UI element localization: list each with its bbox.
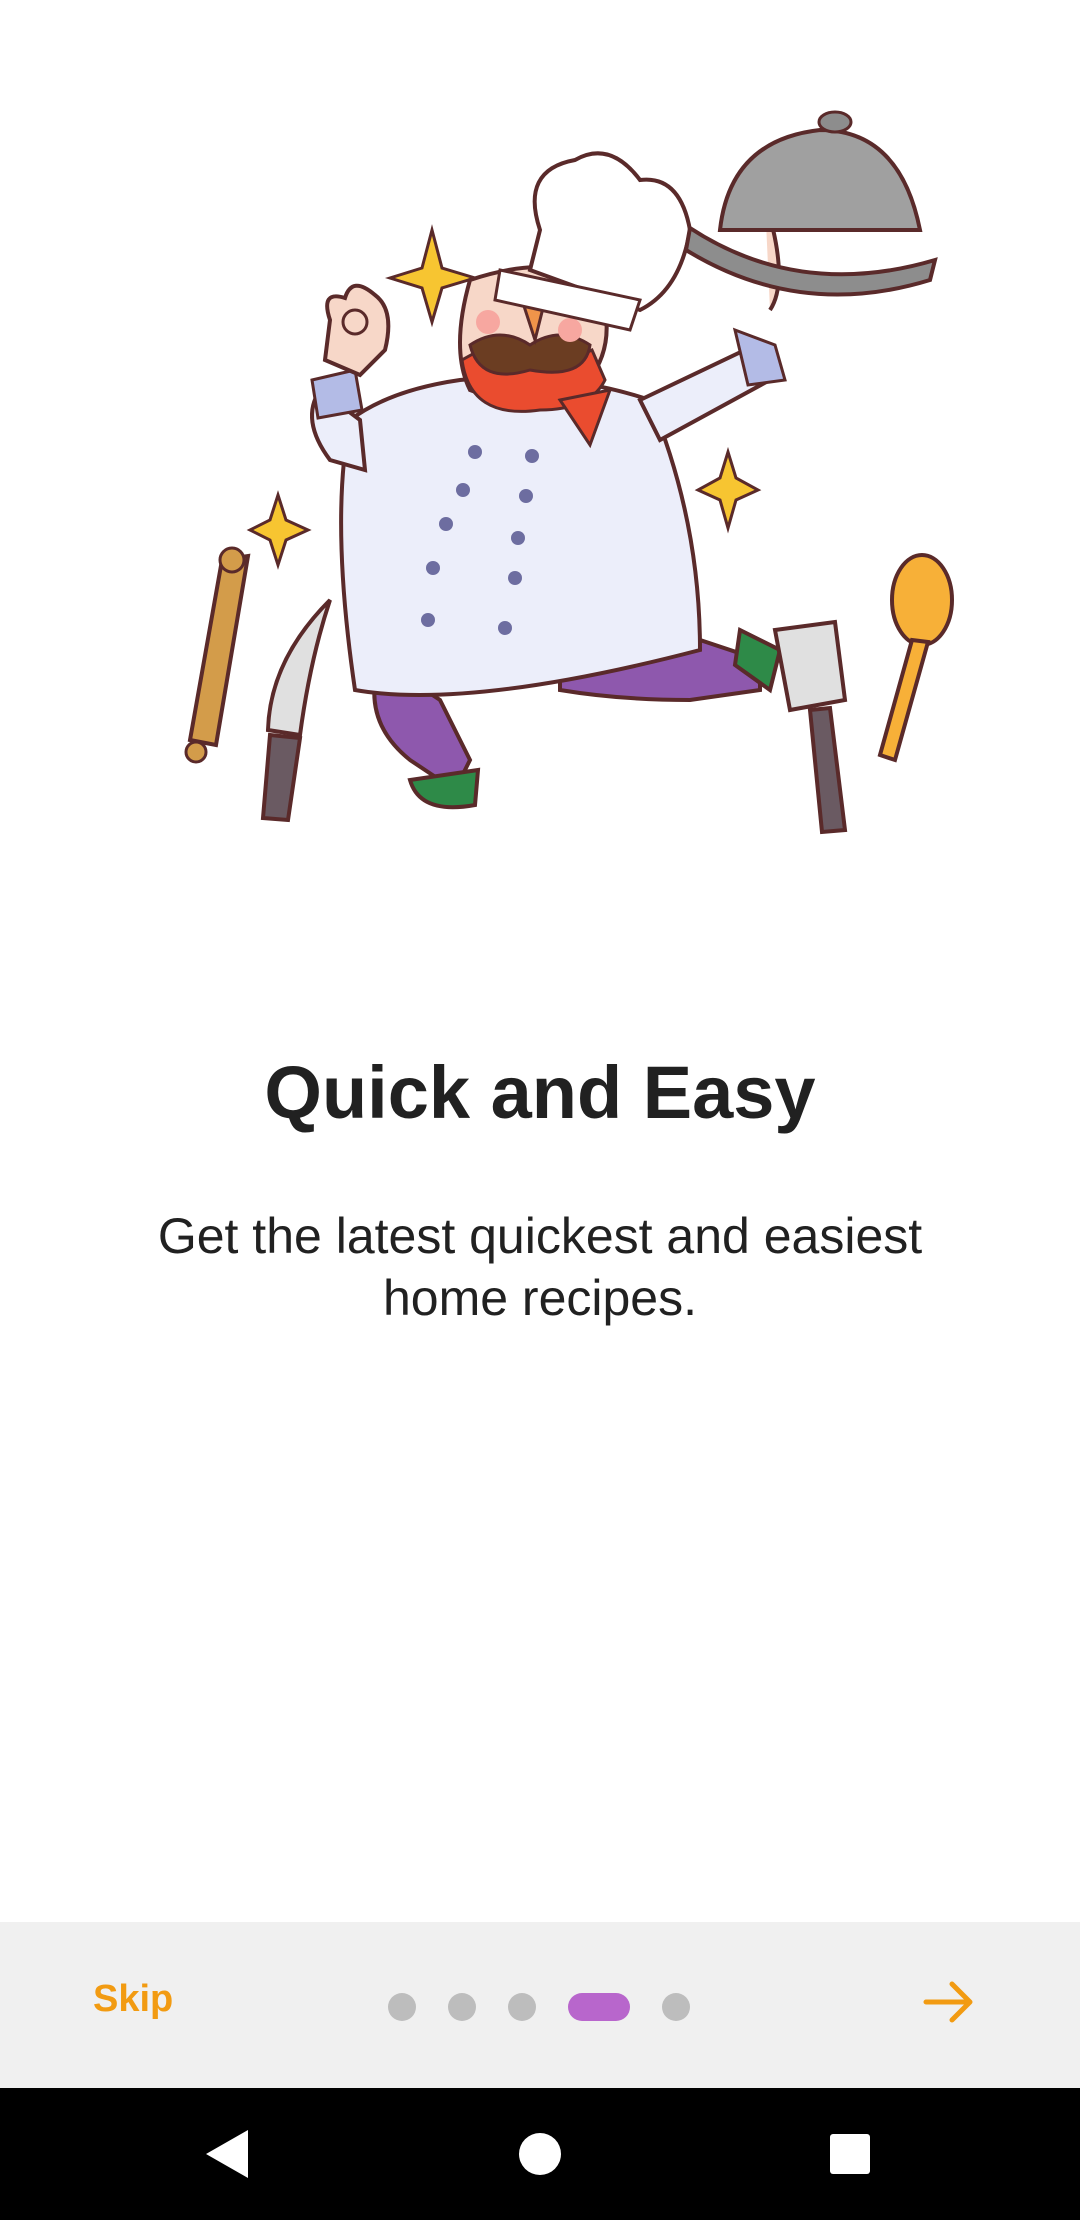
onboarding-bottom-bar: Skip [0,1922,1080,2088]
page-indicator [388,1992,690,2022]
rolling-pin-icon [184,546,251,764]
arrow-right-icon[interactable] [920,1972,980,2032]
page-dot-4-active[interactable] [568,1993,630,2021]
page-subtitle: Get the latest quickest and easiest home… [157,1208,923,1326]
page-dot-3[interactable] [508,1993,536,2021]
cloche-icon [683,110,938,312]
page-dot-2[interactable] [448,1993,476,2021]
knife-icon [260,598,332,823]
spoon-icon [877,553,954,763]
page-dot-1[interactable] [388,1993,416,2021]
skip-button[interactable]: Skip [93,1978,173,2021]
recents-square-icon[interactable] [820,2124,880,2184]
page-title: Quick and Easy [264,1051,816,1134]
spatula-icon [772,619,848,835]
page-dot-5[interactable] [662,1993,690,2021]
home-circle-icon[interactable] [510,2124,570,2184]
chef-illustration [184,110,954,835]
back-triangle-icon[interactable] [198,2124,258,2184]
system-nav-bar [0,2088,1080,2220]
